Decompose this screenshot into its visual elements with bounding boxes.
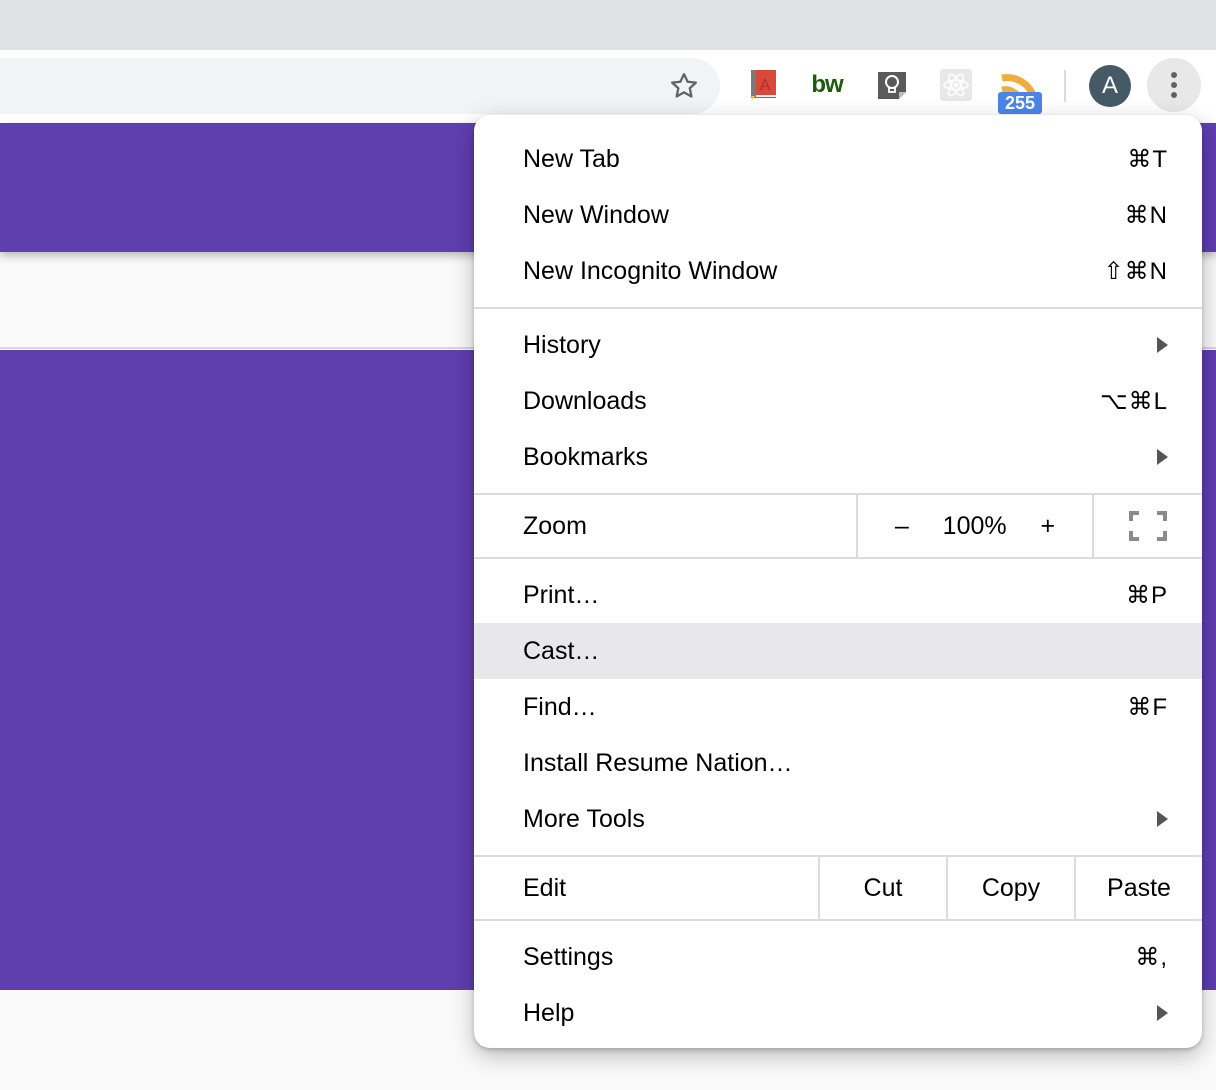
menu-item-shortcut: ⌘T <box>1127 145 1168 173</box>
menu-item-new-incognito-window[interactable]: New Incognito Window ⇧⌘N <box>474 243 1202 299</box>
menu-item-shortcut: ⌥⌘L <box>1099 387 1168 415</box>
three-dots-vertical-icon <box>1171 72 1177 78</box>
zoom-label: Zoom <box>523 511 587 540</box>
rss-unread-badge: 255 <box>998 92 1042 114</box>
menu-item-label: Bookmarks <box>523 442 649 471</box>
menu-item-label: Settings <box>523 942 614 971</box>
bookmark-star-icon[interactable] <box>664 66 704 106</box>
svg-text:A: A <box>760 77 771 94</box>
toolbar-divider <box>1064 70 1066 102</box>
menu-item-shortcut: ⌘, <box>1135 943 1168 971</box>
menu-item-find[interactable]: Find… ⌘F <box>474 679 1202 735</box>
menu-item-new-tab[interactable]: New Tab ⌘T <box>474 131 1202 187</box>
zoom-controls: – 100% + <box>856 495 1092 557</box>
menu-item-shortcut: ⌘N <box>1124 201 1168 229</box>
lightbulb-extension-icon[interactable] <box>874 67 910 103</box>
react-devtools-extension-icon[interactable] <box>938 67 974 103</box>
submenu-arrow-icon <box>1157 1005 1168 1021</box>
menu-item-label: Print… <box>523 580 600 609</box>
menu-item-shortcut: ⌘P <box>1125 581 1168 609</box>
chrome-main-menu: New Tab ⌘T New Window ⌘N New Incognito W… <box>474 115 1202 1048</box>
edit-label: Edit <box>523 873 567 902</box>
menu-item-label: Downloads <box>523 386 647 415</box>
menu-dot <box>1171 82 1177 88</box>
zoom-out-button[interactable]: – <box>895 512 909 541</box>
cut-button[interactable]: Cut <box>818 857 946 919</box>
avatar-initial: A <box>1101 72 1118 99</box>
menu-item-label: Help <box>523 998 575 1027</box>
submenu-arrow-icon <box>1157 449 1168 465</box>
menu-item-label: Cast… <box>523 636 600 665</box>
menu-item-label: New Incognito Window <box>523 256 778 285</box>
fullscreen-icon <box>1129 511 1167 541</box>
menu-item-shortcut: ⇧⌘N <box>1103 257 1168 285</box>
profile-avatar[interactable]: A <box>1089 65 1131 107</box>
menu-dot <box>1171 92 1177 98</box>
menu-item-label: Install Resume Nation… <box>523 748 793 777</box>
menu-item-settings[interactable]: Settings ⌘, <box>474 929 1202 985</box>
menu-item-label: More Tools <box>523 804 645 833</box>
menu-item-label: Find… <box>523 692 597 721</box>
menu-item-label: History <box>523 330 601 359</box>
submenu-arrow-icon <box>1157 811 1168 827</box>
dictionary-extension-icon[interactable]: A <box>745 67 781 103</box>
menu-item-new-window[interactable]: New Window ⌘N <box>474 187 1202 243</box>
zoom-level-value: 100% <box>942 511 1007 540</box>
menu-item-bookmarks[interactable]: Bookmarks <box>474 429 1202 485</box>
bw-logo-text: bw <box>811 71 843 98</box>
menu-item-install-app[interactable]: Install Resume Nation… <box>474 735 1202 791</box>
zoom-in-button[interactable]: + <box>1040 512 1055 541</box>
menu-item-print[interactable]: Print… ⌘P <box>474 567 1202 623</box>
tab-strip <box>0 0 1216 50</box>
menu-item-history[interactable]: History <box>474 317 1202 373</box>
menu-item-label: New Tab <box>523 144 620 173</box>
menu-item-cast[interactable]: Cast… <box>474 623 1202 679</box>
browser-window: A bw A 255 New Tab ⌘T New Window ⌘N New … <box>0 0 1216 1090</box>
copy-button[interactable]: Copy <box>946 857 1074 919</box>
submenu-arrow-icon <box>1157 337 1168 353</box>
paste-button[interactable]: Paste <box>1074 857 1202 919</box>
address-bar[interactable] <box>0 58 720 114</box>
zoom-row: Zoom – 100% + <box>474 495 1202 557</box>
menu-item-more-tools[interactable]: More Tools <box>474 791 1202 847</box>
menu-item-help[interactable]: Help <box>474 985 1202 1041</box>
fullscreen-button[interactable] <box>1092 495 1202 557</box>
menu-item-downloads[interactable]: Downloads ⌥⌘L <box>474 373 1202 429</box>
menu-item-label: New Window <box>523 200 669 229</box>
bw-extension-icon[interactable]: bw <box>809 67 845 103</box>
edit-row: Edit Cut Copy Paste <box>474 857 1202 919</box>
menu-item-shortcut: ⌘F <box>1127 693 1168 721</box>
chrome-menu-button[interactable] <box>1147 58 1201 112</box>
